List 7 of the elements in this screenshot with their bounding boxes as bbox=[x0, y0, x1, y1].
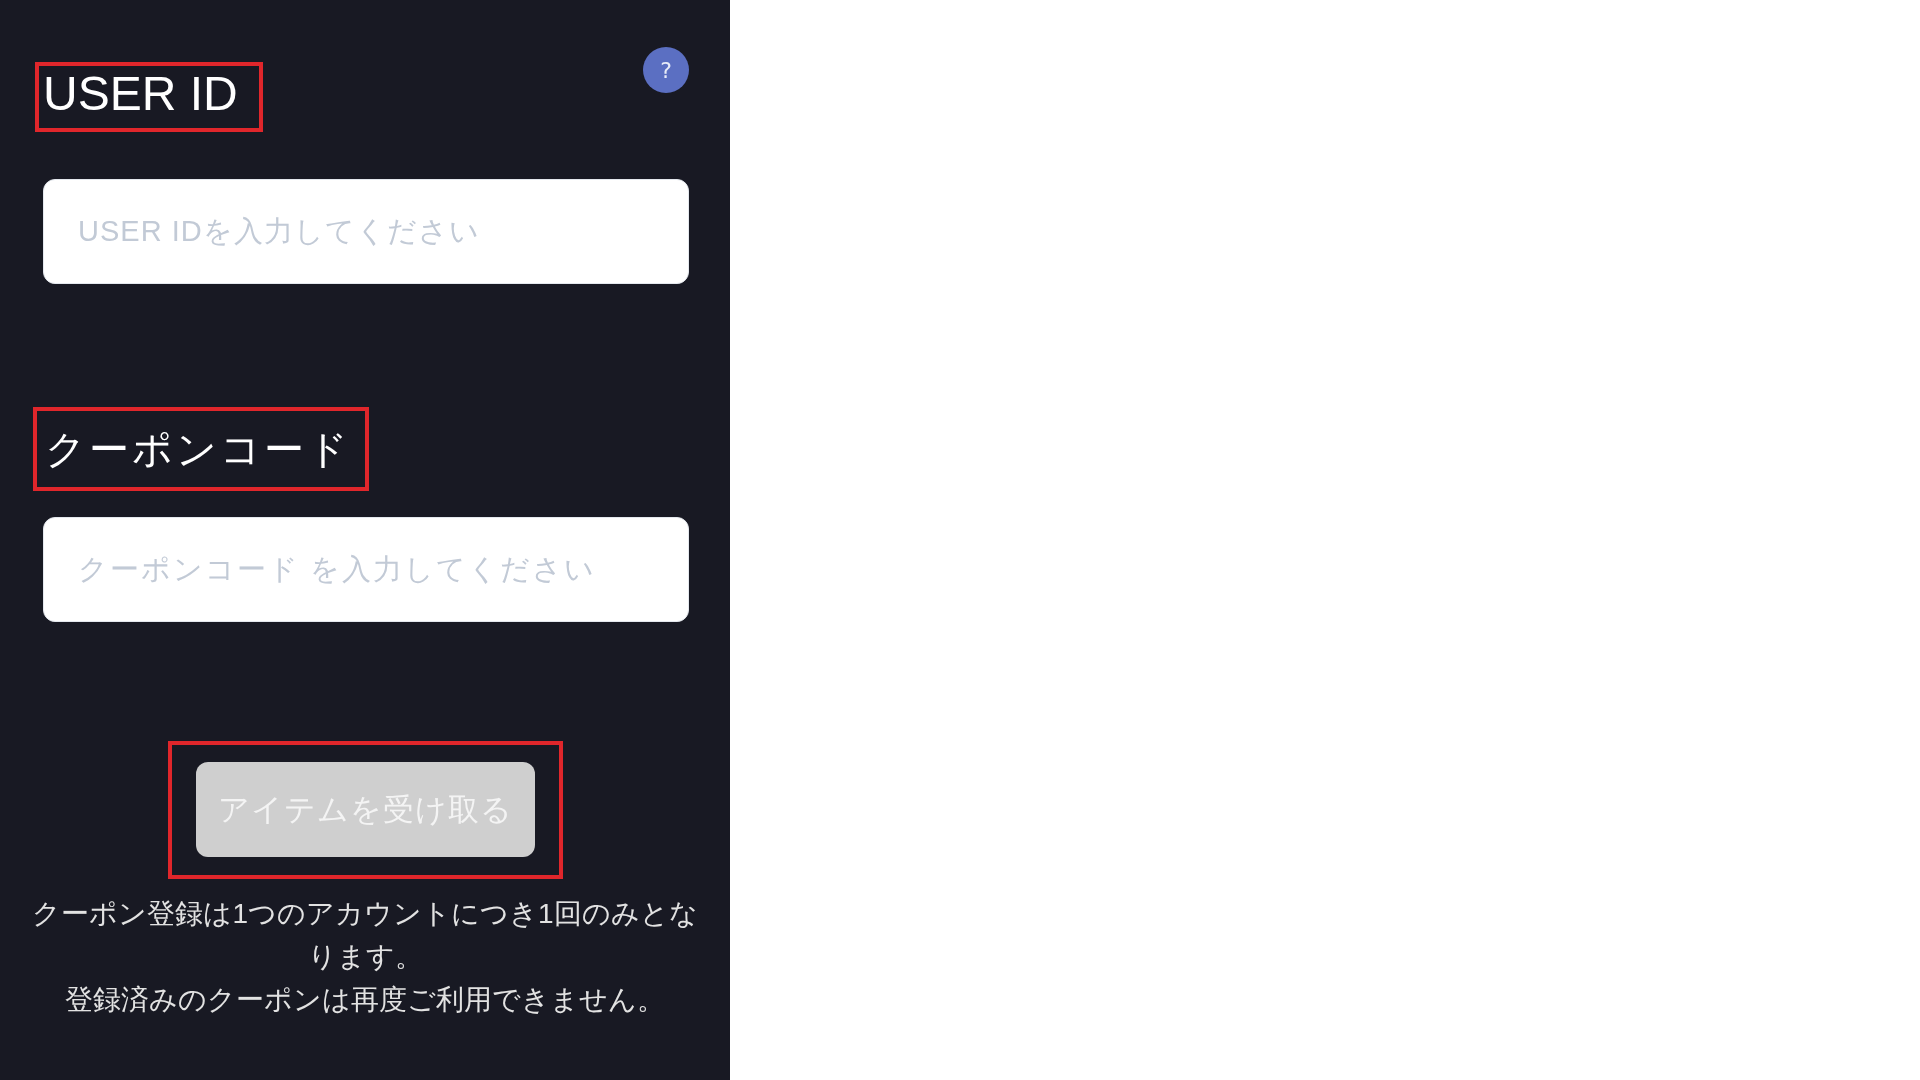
input-field[interactable]: USER IDを入力してください bbox=[43, 179, 689, 284]
notice-text: 登録済みのクーポンは再度ご利用できません。 bbox=[64, 983, 666, 1017]
field-label: クーポンコード bbox=[45, 426, 351, 473]
help-button[interactable]: ? bbox=[643, 47, 689, 93]
field-label: USER ID bbox=[43, 66, 238, 122]
notice-text: クーポン登録は1つのアカウントにつき1回のみとなります。 bbox=[31, 897, 699, 974]
input-field[interactable]: クーポンコード を入力してください bbox=[43, 517, 689, 622]
